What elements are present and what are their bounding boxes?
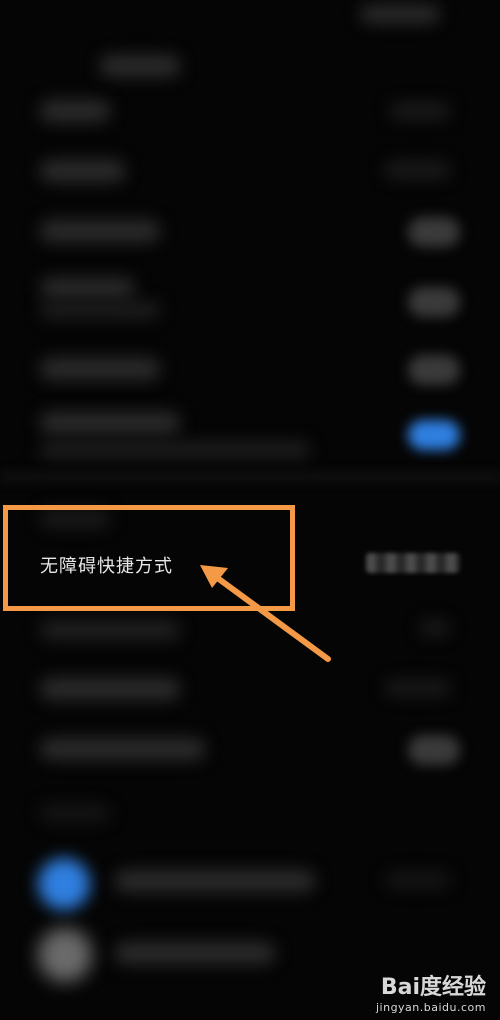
blurred-app-2-label bbox=[115, 942, 275, 964]
blurred-toggle-1[interactable] bbox=[408, 217, 460, 247]
blurred-row-6-label bbox=[40, 412, 180, 434]
watermark-brand: Bai度经验 bbox=[380, 975, 486, 1000]
blurred-app-icon-blue bbox=[38, 858, 90, 910]
blurred-row-1-label bbox=[40, 100, 110, 122]
blurred-row-5-label bbox=[40, 358, 160, 380]
blurred-row-6-sub bbox=[40, 442, 310, 458]
blurred-section-title-2 bbox=[40, 805, 110, 821]
blurred-toggle-5[interactable] bbox=[408, 735, 460, 765]
blurred-row-8-label bbox=[40, 620, 180, 640]
blurred-row-4-sub bbox=[40, 302, 160, 318]
blurred-row-2-value bbox=[385, 162, 450, 178]
watermark-site: jingyan.baidu.com bbox=[375, 1001, 486, 1014]
blurred-app-icon-grey bbox=[38, 928, 92, 982]
baidu-jingyan-watermark: Bai度经验 jingyan.baidu.com bbox=[376, 969, 486, 1014]
blurred-toggle-2[interactable] bbox=[408, 287, 460, 317]
section-divider bbox=[0, 470, 500, 484]
blurred-toggle-4[interactable] bbox=[408, 420, 460, 450]
blurred-header-text bbox=[100, 55, 180, 77]
accessibility-shortcut-label[interactable]: 无障碍快捷方式 bbox=[40, 552, 173, 578]
blurred-row-4-label bbox=[40, 278, 135, 298]
blurred-toggle-3[interactable] bbox=[408, 355, 460, 385]
blurred-header-right bbox=[360, 5, 440, 23]
blurred-row-2-label bbox=[40, 160, 125, 182]
blurred-row-3-label bbox=[40, 220, 160, 242]
arrow-annotation-icon bbox=[200, 565, 331, 662]
blurred-row-8-value bbox=[420, 620, 450, 636]
blurred-row-10-label bbox=[40, 738, 205, 760]
blurred-row-1-value bbox=[390, 103, 450, 119]
blurred-row-9-label bbox=[40, 678, 180, 700]
blurred-row-9-value bbox=[385, 680, 450, 696]
blurred-app-1-label bbox=[115, 870, 315, 892]
accessibility-shortcut-value bbox=[366, 553, 460, 573]
blurred-app-1-value bbox=[385, 872, 450, 888]
